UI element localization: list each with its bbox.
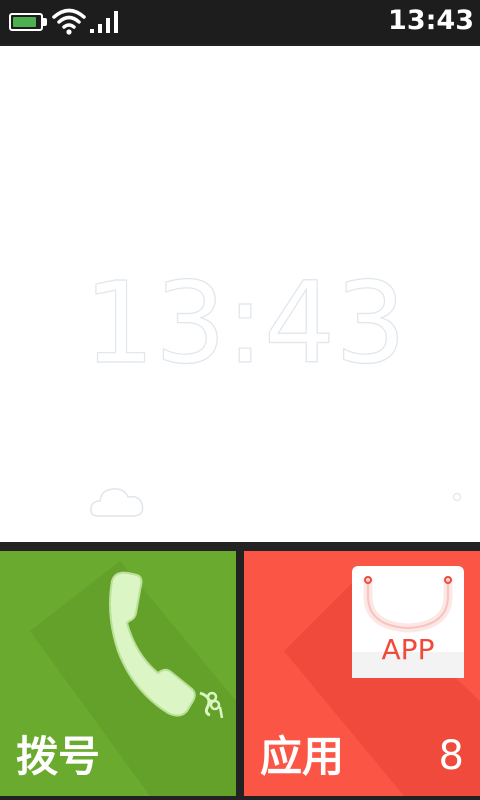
battery-tip	[43, 18, 47, 26]
battery-icon	[9, 13, 43, 31]
cloud-icon	[90, 488, 144, 517]
weather-dot-icon	[452, 492, 462, 502]
dial-tile[interactable]: 拨号	[0, 551, 236, 796]
apps-tile[interactable]: APP 应用 8	[244, 551, 480, 796]
dial-tile-label: 拨号	[16, 732, 101, 781]
big-clock: 13:43	[83, 270, 407, 380]
battery-level	[13, 17, 36, 27]
signal-icon	[90, 11, 118, 33]
big-clock-time: 13:43	[84, 270, 407, 380]
apps-tile-label: 应用	[260, 732, 345, 781]
wifi-icon	[52, 8, 86, 35]
apps-count-badge: 8	[438, 733, 464, 779]
status-bar: 13:43	[0, 0, 480, 44]
home-screen: 13:43 13:43 拨号 APP 应用 8	[0, 0, 480, 800]
app-bag-label: APP	[381, 633, 435, 666]
status-bar-time: 13:43	[388, 5, 474, 36]
phone-icon	[109, 571, 224, 718]
clock-widget[interactable]: 13:43	[0, 46, 480, 542]
